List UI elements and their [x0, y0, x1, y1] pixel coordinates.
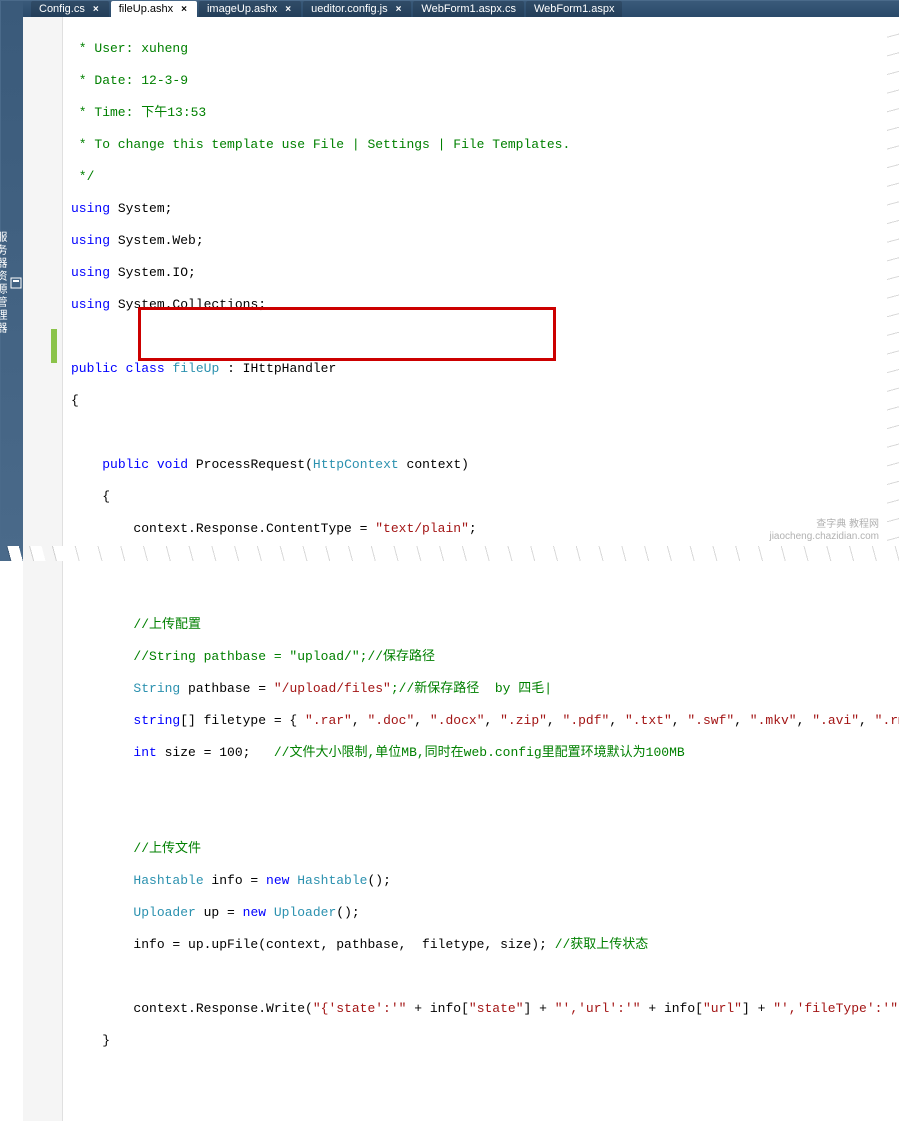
editor-gutter [23, 17, 63, 1121]
close-icon[interactable]: × [394, 4, 404, 15]
tab-label: ueditor.config.js [311, 3, 387, 15]
tab-label: WebForm1.aspx.cs [421, 3, 516, 15]
tab-webform-aspx[interactable]: WebForm1.aspx [526, 1, 623, 17]
tab-label: WebForm1.aspx [534, 3, 615, 15]
change-marker [51, 329, 57, 363]
tab-webform-cs[interactable]: WebForm1.aspx.cs [413, 1, 524, 17]
tab-label: imageUp.ashx [207, 3, 277, 15]
tab-fileup[interactable]: fileUp.ashx × [111, 1, 197, 17]
tab-label: Config.cs [39, 3, 85, 15]
watermark: 查字典 教程网 jiaocheng.chazidian.com [769, 519, 879, 543]
side-panel: 服务器资源管理器 工具箱 [1, 1, 23, 560]
server-explorer-icon[interactable] [9, 275, 23, 291]
close-icon[interactable]: × [91, 4, 101, 15]
tab-bar: Config.cs × fileUp.ashx × imageUp.ashx ×… [23, 1, 899, 17]
close-icon[interactable]: × [283, 4, 293, 15]
tab-label: fileUp.ashx [119, 3, 173, 15]
code-content[interactable]: * User: xuheng * Date: 12-3-9 * Time: 下午… [63, 17, 899, 1121]
tab-config[interactable]: Config.cs × [31, 1, 109, 17]
code-editor[interactable]: * User: xuheng * Date: 12-3-9 * Time: 下午… [23, 17, 899, 1121]
close-icon[interactable]: × [179, 4, 189, 15]
tab-ueditor[interactable]: ueditor.config.js × [303, 1, 411, 17]
tab-imageup[interactable]: imageUp.ashx × [199, 1, 301, 17]
server-explorer-label[interactable]: 服务器资源管理器 [0, 231, 9, 335]
